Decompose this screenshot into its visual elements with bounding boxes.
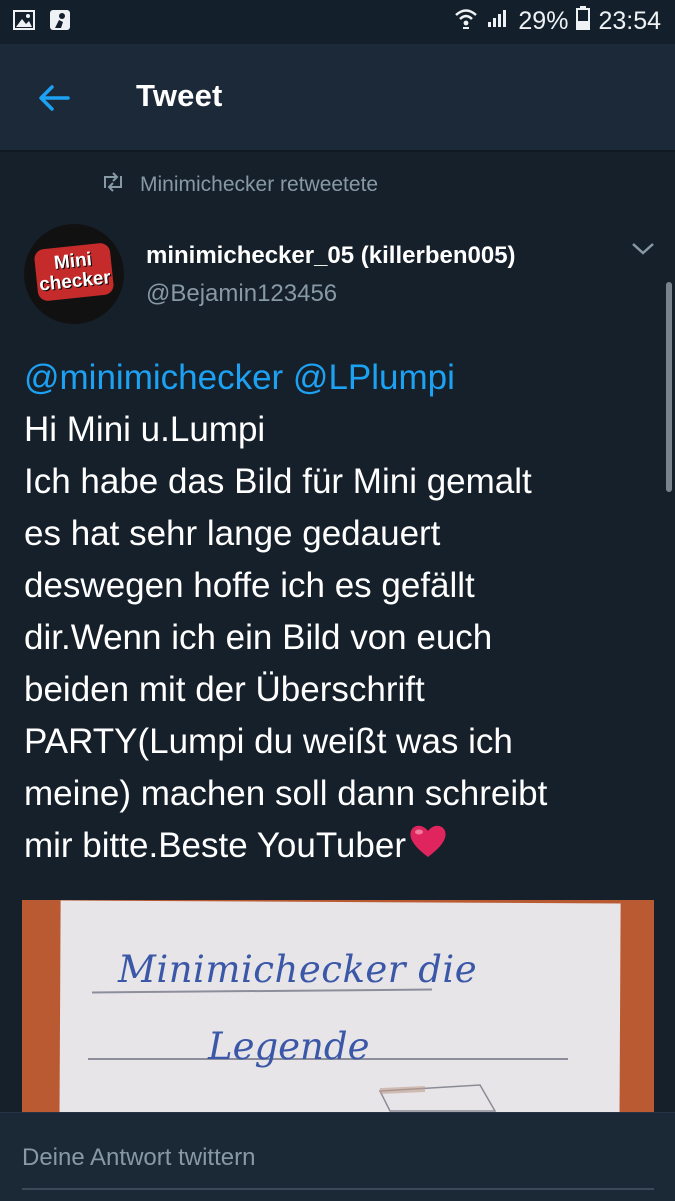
gallery-icon [12, 8, 36, 32]
tweet-line: deswegen hoffe ich es gefällt [24, 566, 475, 605]
tweet-line: es hat sehr lange gedauert [24, 514, 441, 553]
tweet-line: PARTY(Lumpi du weißt was ich [24, 722, 513, 761]
tweet-photo[interactable] [22, 900, 654, 1115]
tweet-mentions[interactable]: @minimichecker @LPlumpi [24, 352, 664, 404]
photo-sketch-mark [378, 1084, 497, 1112]
status-bar: 29% 23:54 [0, 0, 675, 44]
avatar-logo: Mini checker [33, 242, 115, 302]
clock: 23:54 [598, 7, 661, 35]
tweet-line: Ich habe das Bild für Mini gemalt [24, 462, 532, 501]
author-display-name[interactable]: minimichecker_05 (killerben005) [146, 242, 516, 270]
signal-icon [486, 7, 510, 36]
battery-percent: 29% [518, 7, 569, 35]
page-title: Tweet [136, 78, 223, 113]
author-handle[interactable]: @Bejamin123456 [146, 280, 337, 308]
tweet-line: dir.Wenn ich ein Bild von euch [24, 618, 493, 657]
tweet-line: meine) machen soll dann schreibt [24, 774, 548, 813]
retweet-icon [100, 172, 126, 198]
avatar[interactable]: Mini checker [24, 224, 124, 324]
status-right: 29% 23:54 [454, 6, 661, 37]
reply-input[interactable]: Deine Antwort twittern [22, 1144, 255, 1172]
app-header: Tweet [0, 44, 675, 152]
chevron-down-icon[interactable] [630, 240, 656, 258]
retweet-label: Minimichecker retweetete [140, 173, 379, 196]
tweet-line: beiden mit der Überschrift [24, 670, 425, 709]
tweet-line: Hi Mini u.Lumpi [24, 410, 266, 449]
photo-paper [59, 900, 621, 1115]
battery-icon [576, 6, 591, 37]
status-left-icons [12, 8, 72, 32]
wifi-icon [454, 7, 478, 36]
tweet-line-last: mir bitte.Beste YouTuber [24, 820, 664, 874]
heart-emoji-icon [408, 822, 448, 874]
retweet-indicator[interactable]: Minimichecker retweetete [100, 172, 378, 198]
photo-handwriting-line2: Legende [208, 1025, 370, 1068]
reply-input-underline [22, 1188, 654, 1190]
tweet-body: @minimichecker @LPlumpi Hi Mini u.Lumpi … [24, 352, 664, 874]
photo-handwriting-line1: Minimichecker die [118, 948, 478, 991]
scrollbar[interactable] [666, 282, 672, 492]
bundesliga-icon [48, 8, 72, 32]
back-arrow-icon[interactable] [34, 78, 74, 118]
